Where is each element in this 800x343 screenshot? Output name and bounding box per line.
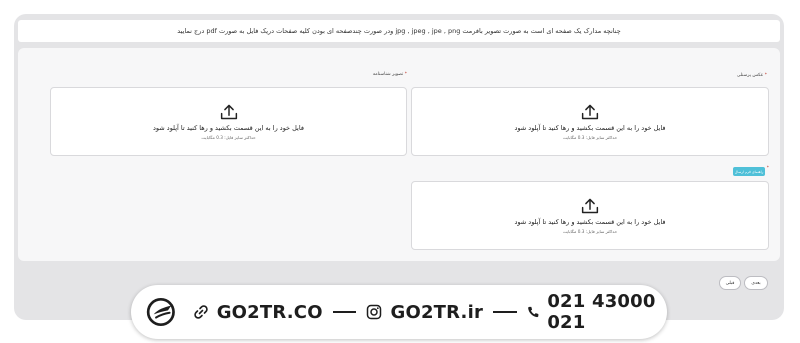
help-chip-text: راهنمای فرم ارسال	[734, 169, 764, 174]
upload-icon	[220, 104, 237, 120]
previous-button-label: قبلی	[725, 280, 735, 286]
upload-icon	[581, 198, 599, 214]
id-card-dropzone[interactable]: فایل خود را به این قسمت بکشید و رها کنید…	[50, 87, 407, 156]
link-icon	[193, 305, 208, 319]
go2tr-logo-icon	[146, 297, 175, 327]
upload-instructions-notice: چنانچه مدارک یک صفحه ای است به صورت تصوی…	[18, 20, 780, 42]
previous-button[interactable]: قبلی	[719, 276, 741, 290]
separator-dash	[493, 311, 517, 313]
website-text: GO2TR.CO	[216, 301, 323, 323]
dropzone-max-size-text: حداکثر سایز فایل: 0.3 مگابایت	[201, 135, 256, 140]
form-help-chip[interactable]: راهنمای فرم ارسال	[733, 167, 765, 176]
phone-contact[interactable]: 021 43000 021	[527, 291, 667, 333]
contact-bar: GO2TR.CO GO2TR.ir 021 43000 021	[131, 285, 667, 339]
instagram-icon	[367, 304, 382, 320]
instagram-text: GO2TR.ir	[390, 301, 484, 323]
next-button-label: بعدی	[751, 280, 761, 286]
required-mark: *	[766, 166, 769, 171]
dropzone-main-text: فایل خود را به این قسمت بکشید و رها کنید…	[514, 218, 666, 226]
upload-icon	[581, 104, 599, 120]
next-button[interactable]: بعدی	[744, 276, 768, 290]
dropzone-main-text: فایل خود را به این قسمت بکشید و رها کنید…	[514, 124, 666, 132]
third-document-dropzone[interactable]: فایل خود را به این قسمت بکشید و رها کنید…	[411, 181, 769, 250]
passport-photo-dropzone[interactable]: فایل خود را به این قسمت بکشید و رها کنید…	[411, 87, 769, 156]
dropzone-max-size-text: حداکثر سایز فایل: 0.3 مگابایت	[562, 229, 618, 234]
passport-photo-label-text: عکس پرسنلی	[736, 73, 764, 78]
phone-text: 021 43000 021	[547, 291, 656, 333]
dropzone-main-text: فایل خود را به این قسمت بکشید و رها کنید…	[153, 124, 304, 132]
required-mark: *	[764, 73, 767, 78]
instagram-contact[interactable]: GO2TR.ir	[366, 302, 483, 323]
passport-photo-label: * عکس پرسنلی	[737, 73, 767, 78]
third-field-label: *	[767, 166, 769, 171]
id-card-label-text: تصویر شناسنامه	[372, 72, 404, 77]
dropzone-max-size-text: حداکثر سایز فایل: 0.3 مگابایت	[562, 135, 618, 140]
required-mark: *	[404, 72, 407, 77]
separator-dash	[332, 311, 357, 313]
website-contact[interactable]: GO2TR.CO	[193, 302, 323, 323]
phone-icon	[527, 306, 539, 318]
id-card-label: * تصویر شناسنامه	[373, 72, 407, 77]
notice-text: چنانچه مدارک یک صفحه ای است به صورت تصوی…	[177, 27, 621, 35]
